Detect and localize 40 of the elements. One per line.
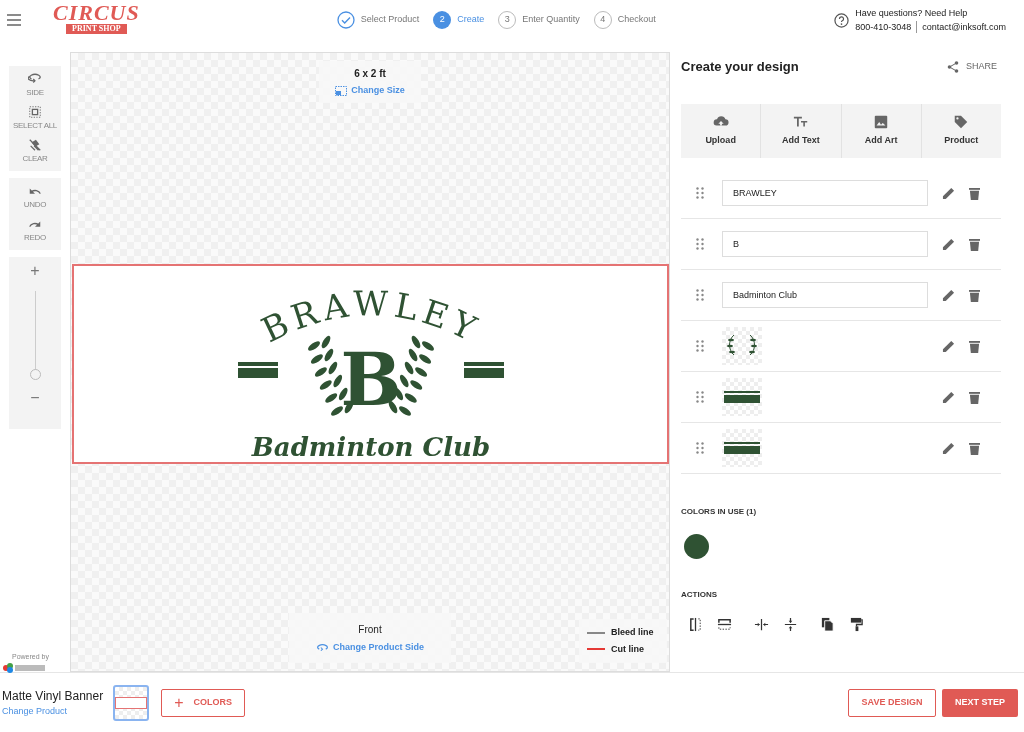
help-question: Have questions? Need Help	[855, 7, 969, 20]
save-design-button[interactable]: SAVE DESIGN	[848, 688, 936, 717]
toolbar-button[interactable]: REDO	[10, 215, 60, 246]
legend-label: Cut line	[611, 642, 644, 656]
actions-heading: ACTIONS	[681, 589, 718, 601]
logo[interactable]: CIRCUS PRINT SHOP	[53, 2, 140, 34]
toolbar-button[interactable]: CLEAR	[10, 136, 60, 167]
script-subtitle[interactable]: Badminton Club	[251, 432, 490, 462]
change-product-link[interactable]: Change Product	[2, 704, 104, 719]
layer-text-field[interactable]: B	[722, 231, 928, 257]
toolbar-button[interactable]: SELECT ALL	[10, 103, 60, 134]
email-address: contact@inksoft.com	[922, 21, 1006, 34]
colors-button[interactable]: + COLORS	[161, 688, 246, 717]
colors-heading: COLORS IN USE (1)	[681, 506, 758, 518]
step-number: 2	[433, 11, 452, 29]
tool-button[interactable]: Add Art	[840, 104, 921, 158]
legend-label: Bleed line	[611, 626, 654, 639]
tool-button[interactable]: Product	[920, 104, 1001, 158]
change-side-link[interactable]: Change Product Side	[316, 640, 424, 655]
next-step-button[interactable]: NEXT STEP	[942, 688, 1018, 717]
share-button[interactable]: SHARE	[947, 60, 997, 74]
step-indicator[interactable]: 4 Checkout	[593, 11, 656, 29]
panel-title: Create your design	[681, 58, 799, 77]
size-label: 6 x 2 ft	[354, 67, 386, 82]
layer-text-field[interactable]: Badminton Club	[722, 282, 928, 308]
step-indicator[interactable]: 3 Enter Quantity	[498, 11, 580, 29]
step-indicator[interactable]: Select Product	[336, 11, 420, 29]
toolbar-button[interactable]: UNDO	[10, 182, 60, 213]
layer-text-field[interactable]: BRAWLEY	[722, 180, 928, 206]
tool-button[interactable]: Upload	[681, 104, 761, 158]
design-canvas[interactable]: 6 x 2 ft Change Size BRAWLEY B Badminton Club Front Change Product Side Bleed line Cut line	[70, 52, 670, 672]
tool-button[interactable]: Add Text	[760, 104, 841, 158]
product-name: Matte Vinyl Banner	[2, 687, 104, 705]
zoom-in-button[interactable]: +	[30, 263, 40, 279]
step-indicator[interactable]: 2 Create	[433, 11, 485, 29]
zoom-out-button[interactable]: −	[30, 390, 40, 406]
change-size-link[interactable]: Change Size	[335, 84, 405, 98]
phone-number: 800-410-3048	[855, 21, 912, 34]
side-label: Front	[358, 622, 382, 637]
toolbar-button[interactable]: SIDE	[10, 70, 60, 101]
